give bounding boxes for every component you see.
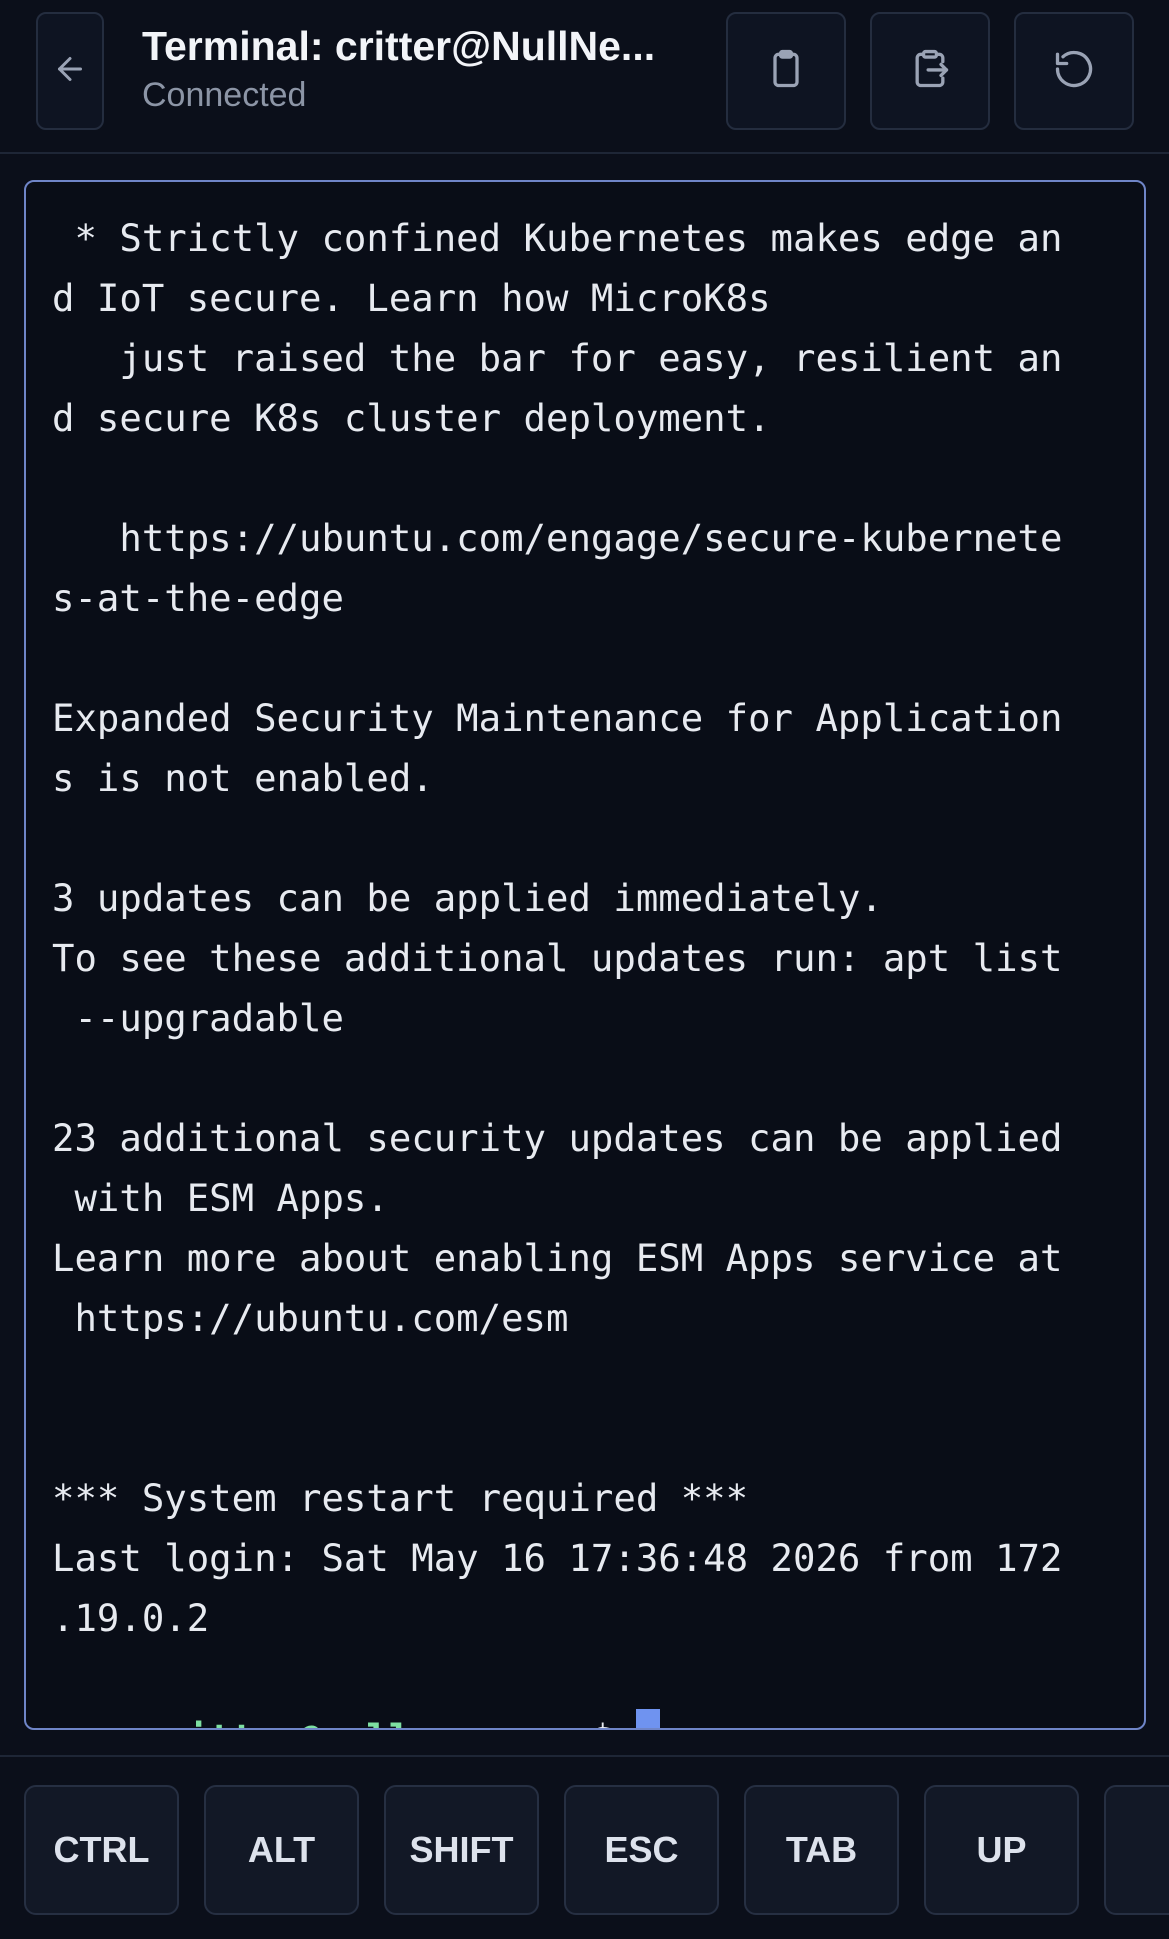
key-alt[interactable]: ALT bbox=[204, 1785, 359, 1915]
prompt-user-host: critter@null-nexus bbox=[142, 1716, 546, 1728]
prompt-separator: : bbox=[546, 1716, 568, 1728]
terminal-line: d IoT secure. Learn how MicroK8s bbox=[52, 276, 771, 320]
terminal-header: Terminal: critter@NullNe... Connected bbox=[0, 0, 1169, 154]
terminal-line: https://ubuntu.com/engage/secure-kuberne… bbox=[52, 516, 1063, 560]
title-block: Terminal: critter@NullNe... Connected bbox=[142, 20, 687, 118]
terminal-line: d secure K8s cluster deployment. bbox=[52, 396, 771, 440]
terminal-line: s-at-the-edge bbox=[52, 576, 344, 620]
terminal-line: --upgradable bbox=[52, 996, 344, 1040]
terminal-line: Last login: Sat May 16 17:36:48 2026 fro… bbox=[52, 1536, 1063, 1580]
key-next[interactable] bbox=[1104, 1785, 1169, 1915]
back-button[interactable] bbox=[36, 12, 104, 130]
arrow-left-icon bbox=[52, 51, 88, 92]
key-up[interactable]: UP bbox=[924, 1785, 1079, 1915]
terminal-lines: * Strictly confined Kubernetes makes edg… bbox=[52, 208, 1118, 1648]
clipboard-paste-icon bbox=[908, 47, 952, 96]
terminal-line: with ESM Apps. bbox=[52, 1176, 389, 1220]
key-shift[interactable]: SHIFT bbox=[384, 1785, 539, 1915]
key-esc[interactable]: ESC bbox=[564, 1785, 719, 1915]
terminal-line: 23 additional security updates can be ap… bbox=[52, 1116, 1063, 1160]
copy-button[interactable] bbox=[726, 12, 846, 130]
page-title: Terminal: critter@NullNe... bbox=[142, 23, 656, 69]
terminal-line: Expanded Security Maintenance for Applic… bbox=[52, 696, 1063, 740]
reconnect-button[interactable] bbox=[1014, 12, 1134, 130]
terminal-output[interactable]: * Strictly confined Kubernetes makes edg… bbox=[24, 180, 1146, 1730]
terminal-line: Learn more about enabling ESM Apps servi… bbox=[52, 1236, 1063, 1280]
terminal-cursor bbox=[635, 1709, 660, 1728]
prompt-line[interactable]: critter@null-nexus:~$ bbox=[52, 1648, 1118, 1728]
prompt-path: ~ bbox=[568, 1716, 590, 1728]
terminal-line: 3 updates can be applied immediately. bbox=[52, 876, 883, 920]
terminal-line: To see these additional updates run: apt… bbox=[52, 936, 1063, 980]
special-keys-bar: CTRL ALT SHIFT ESC TAB UP bbox=[0, 1755, 1169, 1939]
terminal-line: .19.0.2 bbox=[52, 1596, 210, 1640]
terminal-line: * Strictly confined Kubernetes makes edg… bbox=[52, 216, 1063, 260]
connection-status: Connected bbox=[142, 76, 307, 114]
paste-button[interactable] bbox=[870, 12, 990, 130]
key-tab[interactable]: TAB bbox=[744, 1785, 899, 1915]
terminal-line: just raised the bar for easy, resilient … bbox=[52, 336, 1063, 380]
clipboard-icon bbox=[764, 47, 808, 96]
terminal-line: https://ubuntu.com/esm bbox=[52, 1296, 569, 1340]
terminal-line: *** System restart required *** bbox=[52, 1476, 749, 1520]
terminal-line: s is not enabled. bbox=[52, 756, 434, 800]
key-ctrl[interactable]: CTRL bbox=[24, 1785, 179, 1915]
refresh-icon bbox=[1052, 47, 1096, 96]
prompt-symbol: $ bbox=[591, 1716, 636, 1728]
